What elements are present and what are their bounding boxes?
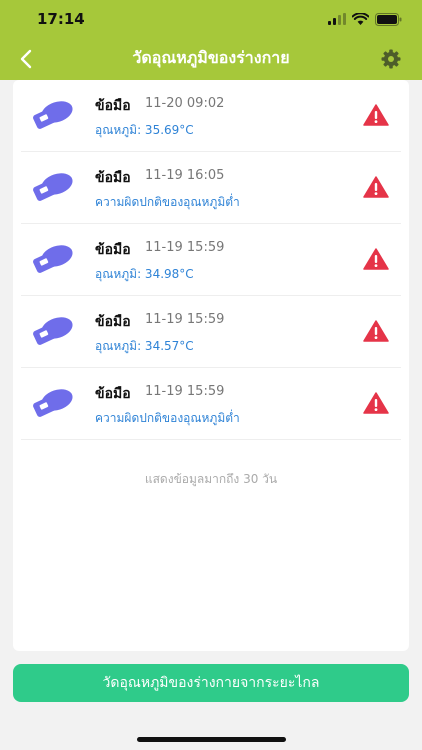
record-list: ข้อมือ 11-20 09:02 อุณหภูมิ: 35.69°C ข้อ…: [13, 80, 409, 440]
record-detail: อุณหภูมิ: 34.98°C: [95, 267, 194, 281]
record-time: 11-20 09:02: [145, 96, 225, 111]
record-item[interactable]: ข้อมือ 11-19 15:59 อุณหภูมิ: 34.57°C: [21, 296, 401, 368]
wrist-device-icon: [33, 173, 73, 201]
battery-icon: [375, 12, 402, 26]
record-time: 11-19 16:05: [145, 168, 225, 183]
wrist-device-icon: [33, 389, 73, 417]
record-name: ข้อมือ: [95, 170, 131, 186]
record-name: ข้อมือ: [95, 242, 131, 258]
record-time: 11-19 15:59: [145, 312, 225, 327]
status-icons: [328, 12, 402, 26]
wrist-device-icon: [33, 101, 73, 129]
record-name: ข้อมือ: [95, 314, 131, 330]
nav-bar: วัดอุณหภูมิของร่างกาย: [0, 38, 422, 80]
record-detail: ความผิดปกติของอุณหภูมิต่ำ: [95, 195, 240, 209]
cellular-signal-icon: [328, 13, 346, 25]
warning-triangle-icon: [363, 104, 389, 126]
warning-triangle-icon: [363, 248, 389, 270]
warning-triangle-icon: [363, 392, 389, 414]
history-range-note: แสดงข้อมูลมากถึง 30 วัน: [144, 472, 278, 486]
record-detail: อุณหภูมิ: 35.69°C: [95, 123, 194, 137]
gear-icon: [381, 49, 401, 69]
status-bar: 17:14: [0, 0, 422, 38]
record-name: ข้อมือ: [95, 98, 131, 114]
wrist-device-icon: [33, 245, 73, 273]
record-detail: อุณหภูมิ: 34.57°C: [95, 339, 194, 353]
settings-button[interactable]: [378, 46, 404, 72]
page-title: วัดอุณหภูมิของร่างกาย: [132, 48, 290, 67]
record-item[interactable]: ข้อมือ 11-19 15:59 อุณหภูมิ: 34.98°C: [21, 224, 401, 296]
records-card: ข้อมือ 11-20 09:02 อุณหภูมิ: 35.69°C ข้อ…: [13, 80, 409, 651]
record-detail: ความผิดปกติของอุณหภูมิต่ำ: [95, 411, 240, 425]
record-time: 11-19 15:59: [145, 240, 225, 255]
status-time: 17:14: [37, 10, 85, 28]
record-item[interactable]: ข้อมือ 11-20 09:02 อุณหภูมิ: 35.69°C: [21, 80, 401, 152]
home-indicator: [137, 737, 286, 742]
chevron-left-icon: [20, 49, 32, 69]
remote-measure-button[interactable]: วัดอุณหภูมิของร่างกายจากระยะไกล: [13, 664, 409, 702]
wifi-icon: [352, 13, 369, 25]
record-name: ข้อมือ: [95, 386, 131, 402]
record-time: 11-19 15:59: [145, 384, 225, 399]
record-item[interactable]: ข้อมือ 11-19 15:59 ความผิดปกติของอุณหภูม…: [21, 368, 401, 440]
record-item[interactable]: ข้อมือ 11-19 16:05 ความผิดปกติของอุณหภูม…: [21, 152, 401, 224]
wrist-device-icon: [33, 317, 73, 345]
back-button[interactable]: [20, 44, 56, 74]
warning-triangle-icon: [363, 176, 389, 198]
warning-triangle-icon: [363, 320, 389, 342]
